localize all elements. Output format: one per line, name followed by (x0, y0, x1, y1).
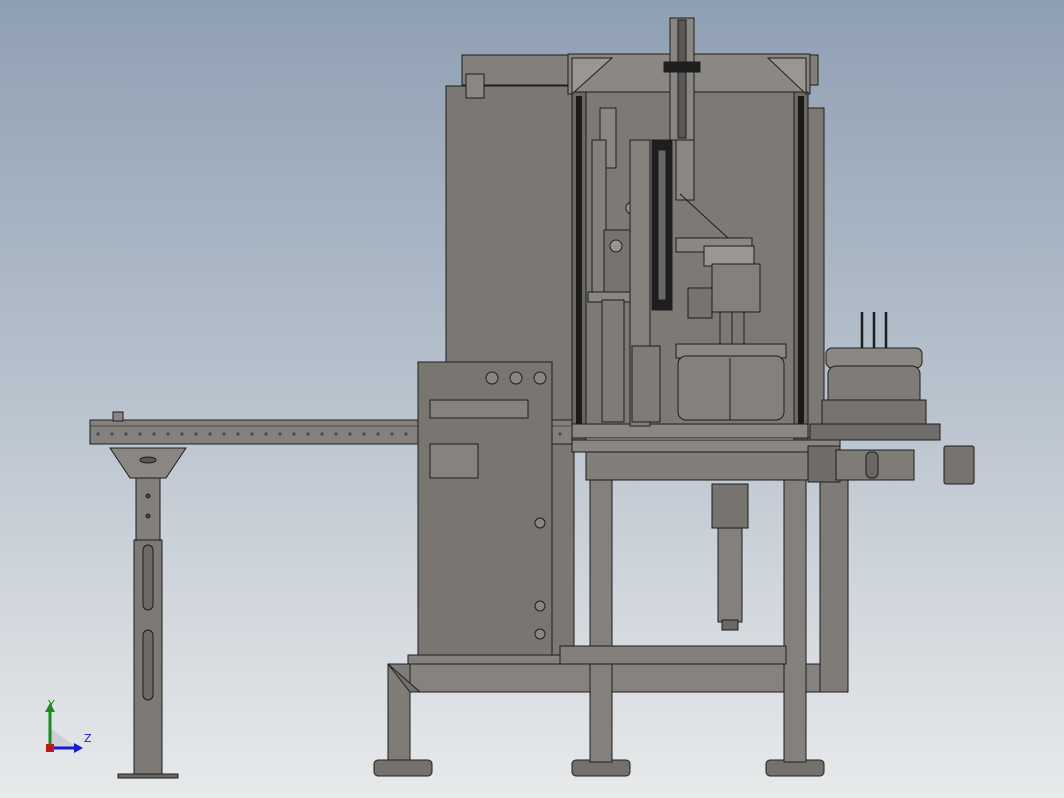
coordinate-triad: Y Z (36, 698, 106, 758)
lift-cylinder (711, 483, 749, 631)
left-rail-stand (109, 447, 187, 779)
rotary-drum (631, 343, 787, 423)
lower-left-cabinet (407, 361, 561, 665)
y-axis-label: Y (48, 698, 55, 711)
table-plate (571, 439, 915, 483)
z-axis-label: Z (84, 732, 92, 745)
graphics-viewport[interactable]: Y Z (0, 0, 1064, 798)
axis-triad-icon (45, 703, 83, 753)
cad-machine-model[interactable] (0, 0, 1064, 798)
main-table-legs (559, 477, 849, 763)
